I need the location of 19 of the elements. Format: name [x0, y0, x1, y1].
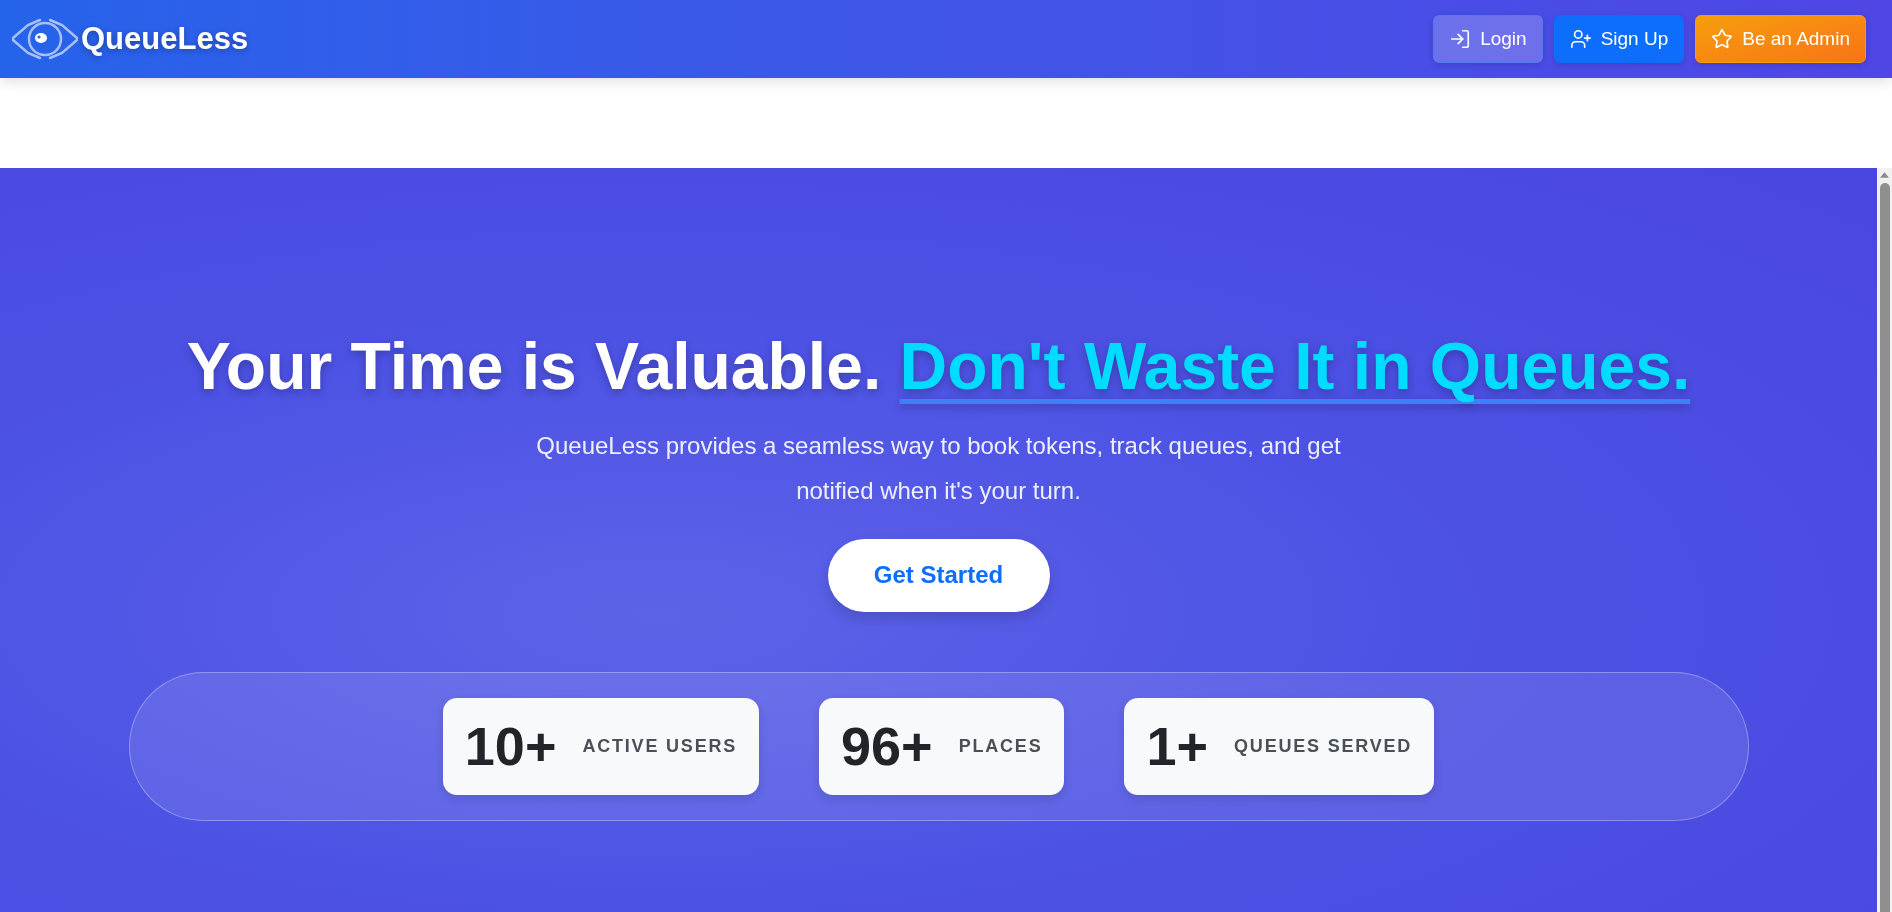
- nav-button[interactable]: Sign Up: [1553, 15, 1685, 63]
- login-arrow-icon: [1449, 28, 1472, 50]
- stat-value: 1+: [1146, 719, 1209, 774]
- stat-value: 96+: [841, 719, 933, 774]
- brand-name[interactable]: QueueLess: [81, 15, 249, 63]
- scrollbar[interactable]: [1877, 168, 1892, 912]
- nav-button[interactable]: Be an Admin: [1695, 15, 1866, 63]
- stat-label: ACTIVE USERS: [582, 734, 738, 758]
- get-started-button[interactable]: Get Started: [827, 538, 1050, 612]
- scroll-up-arrow-icon[interactable]: [1880, 172, 1889, 178]
- stat-label: QUEUES SERVED: [1234, 734, 1413, 758]
- stat-value: 10+: [464, 719, 557, 774]
- scrollbar-thumb[interactable]: [1879, 183, 1890, 912]
- hero-description: QueueLess provides a seamless way to book tokens, track queues, and get notified when it's your turn.: [535, 430, 1342, 506]
- user-plus-icon: [1569, 28, 1592, 50]
- star-icon: [1711, 28, 1734, 50]
- stat-label: PLACES: [958, 734, 1043, 758]
- hero-headline: Your Time is Valuable. Don't Waste It in Queues.: [186, 330, 1691, 403]
- nav-button[interactable]: Login: [1433, 15, 1543, 63]
